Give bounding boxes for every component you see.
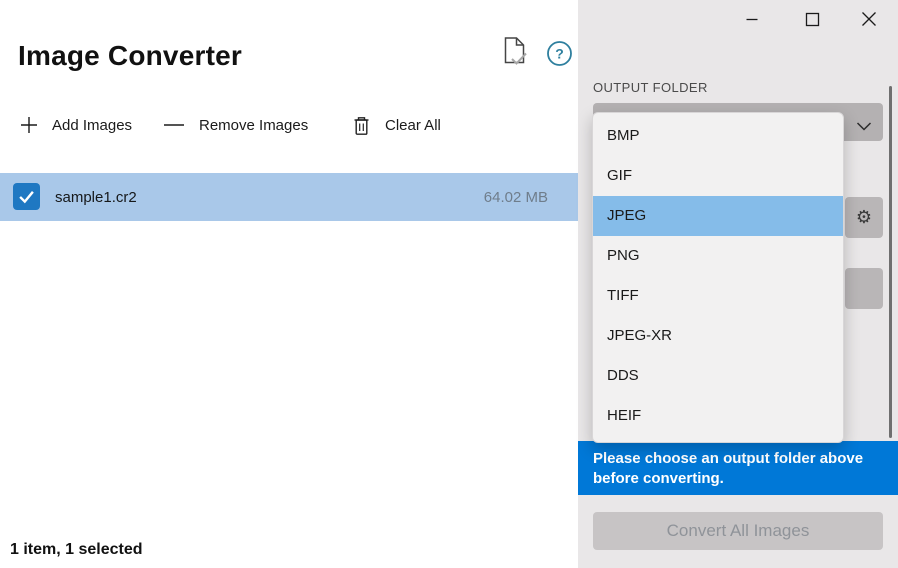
main-area: Image Converter ? Add Images Remove Imag… (0, 0, 578, 568)
output-folder-notice: Please choose an output folder above bef… (578, 441, 898, 495)
format-option-dds[interactable]: DDS (593, 356, 843, 396)
format-option-gif[interactable]: GIF (593, 156, 843, 196)
format-settings-button[interactable]: ⚙ (845, 197, 883, 238)
side-panel: OUTPUT FOLDER ⚙ BMP GIF JPEG PNG TIFF JP… (578, 0, 898, 568)
close-button[interactable] (856, 6, 882, 32)
format-option-heif[interactable]: HEIF (593, 396, 843, 436)
remove-images-label: Remove Images (199, 116, 309, 134)
format-option-bmp[interactable]: BMP (593, 116, 843, 156)
format-option-jpeg-xr[interactable]: JPEG-XR (593, 316, 843, 356)
format-option-png[interactable]: PNG (593, 236, 843, 276)
remove-images-button[interactable]: Remove Images (163, 111, 308, 139)
minus-icon (163, 116, 185, 134)
close-icon (862, 12, 876, 26)
add-images-label: Add Images (52, 116, 133, 134)
help-icon[interactable]: ? (546, 40, 573, 67)
notice-line-2: before converting. (593, 470, 724, 487)
minimize-icon (746, 18, 758, 21)
chevron-down-icon (856, 118, 872, 136)
check-icon (19, 191, 34, 204)
convert-all-images-button[interactable]: Convert All Images (593, 512, 883, 550)
panel-scrollbar[interactable] (889, 86, 892, 438)
file-name: sample1.cr2 (55, 188, 137, 206)
gear-icon: ⚙ (855, 206, 873, 228)
add-images-button[interactable]: Add Images (20, 111, 132, 139)
plus-icon (20, 116, 38, 134)
question-glyph: ? (555, 46, 564, 62)
app-window: Image Converter ? Add Images Remove Imag… (0, 0, 898, 568)
maximize-icon (805, 12, 819, 26)
file-size: 64.02 MB (483, 188, 548, 206)
format-option-tiff[interactable]: TIFF (593, 276, 843, 316)
obscured-button-edge[interactable] (845, 268, 883, 309)
trash-icon (352, 115, 371, 136)
notice-line-1: Please choose an output folder above (593, 450, 864, 467)
page-title: Image Converter (18, 40, 242, 71)
file-checkbox[interactable] (13, 183, 40, 210)
output-folder-label: OUTPUT FOLDER (593, 80, 708, 95)
minimize-button[interactable] (739, 6, 765, 32)
file-list-row[interactable]: sample1.cr2 64.02 MB (0, 173, 578, 221)
clear-all-label: Clear All (385, 116, 441, 134)
maximize-button[interactable] (799, 6, 825, 32)
status-bar-text: 1 item, 1 selected (10, 541, 143, 558)
format-dropdown-list: BMP GIF JPEG PNG TIFF JPEG-XR DDS HEIF (592, 112, 844, 443)
clear-all-button[interactable]: Clear All (352, 111, 441, 139)
document-check-icon[interactable] (501, 36, 529, 68)
format-option-jpeg[interactable]: JPEG (593, 196, 843, 236)
